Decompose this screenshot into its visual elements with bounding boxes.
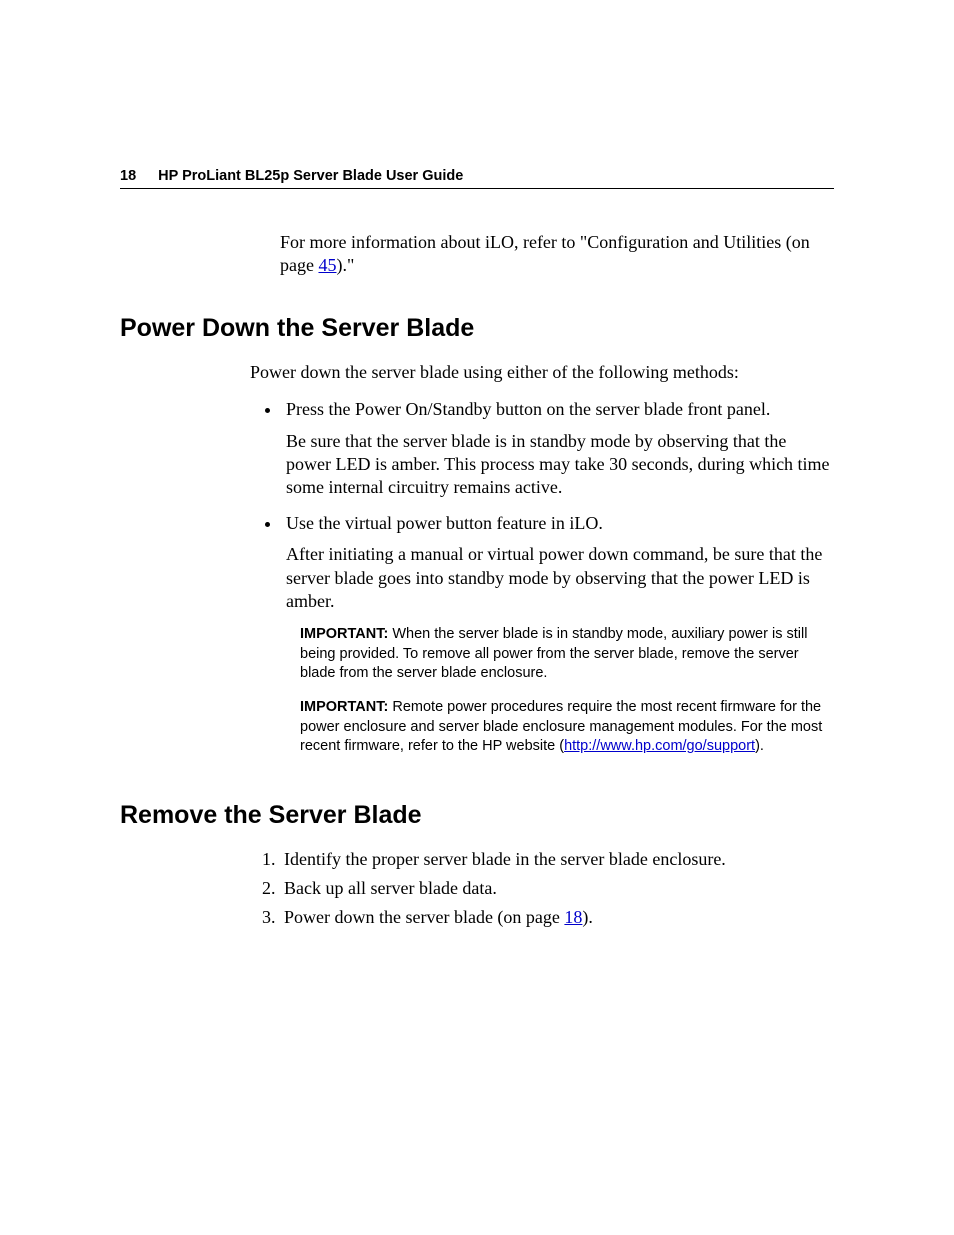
bullet-list: Press the Power On/Standby button on the… <box>250 398 834 613</box>
bullet2-text: Use the virtual power button feature in … <box>286 513 603 533</box>
page-link-45[interactable]: 45 <box>318 255 336 275</box>
important-note-1: IMPORTANT: When the server blade is in s… <box>300 625 824 684</box>
page-number: 18 <box>120 168 136 184</box>
support-link[interactable]: http://www.hp.com/go/support <box>564 738 755 754</box>
item3-part2: ). <box>582 907 593 927</box>
bullet1-followup: Be sure that the server blade is in stan… <box>286 430 834 500</box>
section-heading-remove: Remove the Server Blade <box>120 801 834 830</box>
note2-text2: ). <box>755 738 764 754</box>
section-heading-power-down: Power Down the Server Blade <box>120 314 834 343</box>
numbered-item-1: Identify the proper server blade in the … <box>280 848 834 871</box>
numbered-item-3: Power down the server blade (on page 18)… <box>280 906 834 929</box>
header-title: HP ProLiant BL25p Server Blade User Guid… <box>158 168 463 184</box>
item3-part1: Power down the server blade (on page <box>284 907 564 927</box>
note1-label: IMPORTANT: <box>300 626 388 642</box>
bullet-item-2: Use the virtual power button feature in … <box>282 512 834 614</box>
intro-text-1: For more information about iLO, refer to… <box>280 232 810 275</box>
numbered-list: Identify the proper server blade in the … <box>250 848 834 930</box>
bullet-item-1: Press the Power On/Standby button on the… <box>282 398 834 500</box>
bullet2-followup: After initiating a manual or virtual pow… <box>286 543 834 613</box>
note2-label: IMPORTANT: <box>300 699 388 715</box>
page-header: 18 HP ProLiant BL25p Server Blade User G… <box>120 168 834 189</box>
page-link-18[interactable]: 18 <box>564 907 582 927</box>
intro-paragraph: For more information about iLO, refer to… <box>280 231 834 278</box>
intro-text-2: )." <box>336 255 354 275</box>
section1-lead: Power down the server blade using either… <box>250 361 834 384</box>
numbered-item-2: Back up all server blade data. <box>280 877 834 900</box>
bullet1-text: Press the Power On/Standby button on the… <box>286 399 770 419</box>
important-note-2: IMPORTANT: Remote power procedures requi… <box>300 698 824 757</box>
